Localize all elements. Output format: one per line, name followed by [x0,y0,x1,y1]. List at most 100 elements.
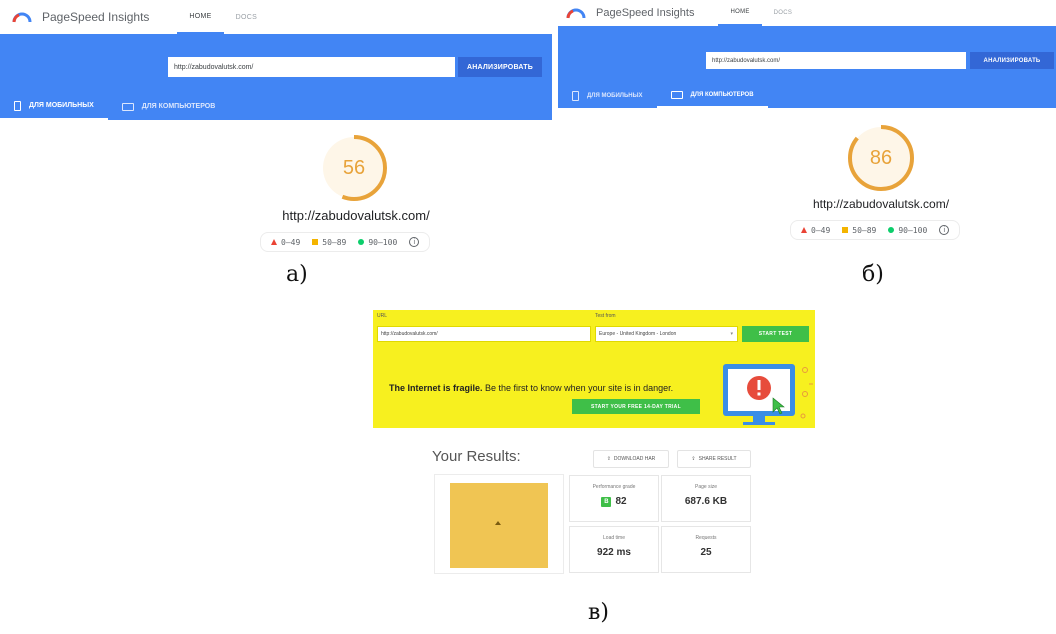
pagespeed-logo-icon [12,11,32,23]
orange-square-icon [842,227,849,233]
analyze-button[interactable]: АНАЛИЗИРОВАТЬ [458,57,542,77]
load-time-value: 922 ms [597,547,631,558]
caret-up-icon [495,521,501,525]
orange-square-icon [312,239,319,245]
pingdom-banner: URL http://zabudovalutsk.com/ Test from … [373,310,815,428]
url-input[interactable]: http://zabudovalutsk.com/ [168,57,455,77]
tab-desktop-label: ДЛЯ КОМПЬЮТЕРОВ [141,103,216,110]
score-value: 86 [869,146,893,169]
nav-docs[interactable]: DOCS [762,0,805,26]
tab-desktop[interactable]: ДЛЯ КОМПЬЮТЕРОВ [656,84,768,108]
score-value: 56 [342,156,366,179]
green-circle-icon [358,239,365,245]
start-trial-button[interactable]: START YOUR FREE 14-DAY TRIAL [572,399,700,414]
share-icon: ⇪ [691,456,696,462]
pagespeed-panel-desktop: PageSpeed Insights HOME DOCS http://zabu… [558,0,1056,262]
caption-b: б) [862,262,884,287]
legend-poor: 0–49 [801,226,830,235]
nav-home[interactable]: HOME [718,0,762,26]
analyze-button[interactable]: АНАЛИЗИРОВАТЬ [970,52,1054,69]
tab-mobile[interactable]: ДЛЯ МОБИЛЬНЫХ [558,84,657,108]
promo-text: The Internet is fragile. Be the first to… [389,383,673,393]
legend-average: 50–89 [842,226,876,235]
legend-good: 90–100 [358,238,397,247]
test-from-label: Test from [595,313,616,319]
download-har-label: DOWNLOAD HAR [613,456,656,462]
screenshot-thumbnail-box [434,474,564,574]
share-result-button[interactable]: ⇪ SHARE RESULT [677,450,751,468]
share-result-label: SHARE RESULT [698,456,737,462]
device-tabs: ДЛЯ МОБИЛЬНЫХ ДЛЯ КОМПЬЮТЕРОВ [0,93,552,120]
top-bar: PageSpeed Insights HOME DOCS [558,0,1056,26]
test-location-select[interactable]: Europe - United Kingdom - London ▾ [595,326,738,342]
tab-desktop-label: ДЛЯ КОМПЬЮТЕРОВ [690,92,754,98]
promo-text-bold: The Internet is fragile. [389,383,483,393]
monitor-alert-illustration-icon [723,364,813,425]
tab-desktop[interactable]: ДЛЯ КОМПЬЮТЕРОВ [108,93,230,120]
score-legend: 0–49 50–89 90–100 i [260,232,431,252]
red-triangle-icon [271,239,277,245]
test-location-value: Europe - United Kingdom - London [599,331,677,337]
app-title: PageSpeed Insights [596,7,695,19]
page-size-card: Page size 687.6 KB [661,475,751,522]
laptop-icon [121,102,134,111]
page-size-value: 687.6 KB [684,496,728,507]
performance-grade-value: B 82 [570,496,658,507]
site-screenshot-thumbnail [450,483,548,568]
promo-text-rest: Be the first to know when your site is i… [482,383,674,393]
legend-poor-label: 0–49 [811,225,831,235]
device-tabs: ДЛЯ МОБИЛЬНЫХ ДЛЯ КОМПЬЮТЕРОВ [558,84,1056,108]
legend-poor-label: 0–49 [281,237,301,247]
url-label: URL [377,313,388,319]
chevron-down-icon: ▾ [730,331,733,337]
nav-home[interactable]: HOME [177,0,224,34]
page-size-label: Page size [695,484,717,490]
nav-docs[interactable]: DOCS [224,0,269,34]
app-title: PageSpeed Insights [42,10,150,24]
analyzed-site-url: http://zabudovalutsk.com/ [812,197,950,211]
smartphone-icon [572,91,579,101]
top-nav: HOME DOCS [718,0,804,26]
analyzed-site-url: http://zabudovalutsk.com/ [282,208,430,223]
legend-poor: 0–49 [271,238,300,247]
upload-icon: ⇪ [606,456,611,462]
caption-a: а) [286,262,308,287]
red-triangle-icon [801,227,807,233]
figure: PageSpeed Insights HOME DOCS http://zabu… [0,0,1056,634]
legend-good: 90–100 [888,226,927,235]
legend-good-label: 90–100 [368,237,398,247]
load-time-label: Load time [603,535,625,541]
green-circle-icon [888,227,895,233]
info-icon[interactable]: i [939,225,950,235]
url-input[interactable]: http://zabudovalutsk.com/ [377,326,591,342]
info-icon[interactable]: i [409,237,420,247]
score-gauge: 56 [320,134,388,202]
top-nav: HOME DOCS [177,0,269,34]
performance-score: 82 [615,496,627,507]
url-input[interactable]: http://zabudovalutsk.com/ [706,52,966,69]
score-gauge: 86 [847,124,915,192]
top-bar: PageSpeed Insights HOME DOCS [0,0,552,34]
start-test-button[interactable]: START TEST [742,326,809,342]
laptop-icon [670,91,683,99]
results-title: Your Results: [432,448,521,465]
requests-value: 25 [700,547,712,558]
legend-average: 50–89 [312,238,346,247]
performance-grade-label: Performance grade [592,484,636,490]
smartphone-icon [14,100,21,111]
tab-mobile-label: ДЛЯ МОБИЛЬНЫХ [29,102,94,109]
grade-badge: B [601,496,612,507]
legend-good-label: 90–100 [898,225,928,235]
caption-c: в) [588,600,609,625]
legend-average-label: 50–89 [322,237,347,247]
load-time-card: Load time 922 ms [569,526,659,573]
tab-mobile[interactable]: ДЛЯ МОБИЛЬНЫХ [0,93,108,120]
pagespeed-panel-mobile: PageSpeed Insights HOME DOCS http://zabu… [0,0,552,262]
pagespeed-logo-icon [566,7,586,19]
tab-mobile-label: ДЛЯ МОБИЛЬНЫХ [587,93,643,99]
requests-label: Requests [695,535,717,541]
download-har-button[interactable]: ⇪ DOWNLOAD HAR [593,450,669,468]
legend-average-label: 50–89 [852,225,877,235]
performance-grade-card: Performance grade B 82 [569,475,659,522]
requests-card: Requests 25 [661,526,751,573]
